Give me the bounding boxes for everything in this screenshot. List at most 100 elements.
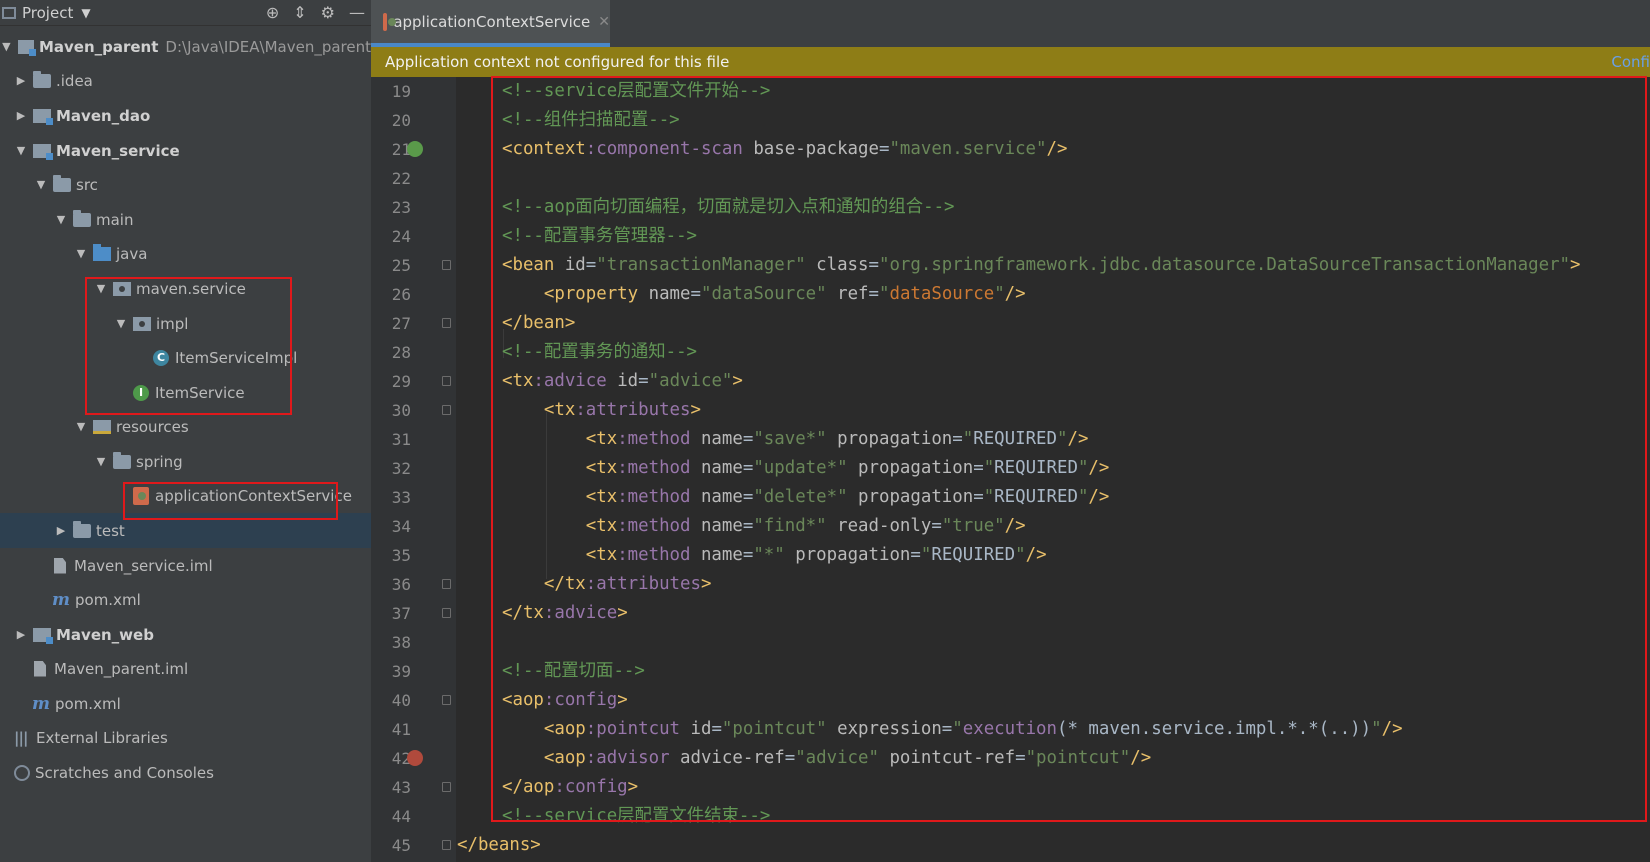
folder-icon <box>73 209 91 227</box>
collapse-all-icon[interactable]: ⇕ <box>293 3 306 22</box>
code-line: 21 <context:component-scan base-package=… <box>391 139 1068 159</box>
chevron-right-icon[interactable]: ▶ <box>54 524 68 537</box>
fold-marker-icon[interactable] <box>442 405 451 415</box>
code-line: 19 <!--service层配置文件开始--> <box>391 81 771 101</box>
chevron-down-icon[interactable]: ▼ <box>74 247 88 260</box>
chevron-down-icon[interactable]: ▼ <box>54 213 68 226</box>
code-line: 28 <!--配置事务的通知--> <box>391 342 698 362</box>
fold-marker-icon[interactable] <box>442 695 451 705</box>
code-line: 20 <!--组件扫描配置--> <box>391 110 680 130</box>
code-line: 45 </beans> <box>391 835 541 855</box>
library-icon: ||| <box>14 728 28 747</box>
code-line: 23 <!--aop面向切面编程，切面就是切入点和通知的组合--> <box>391 197 955 217</box>
chevron-down-icon[interactable]: ▼ <box>34 178 48 191</box>
code-line: 38 <box>391 633 411 652</box>
tree-item-service-pom[interactable]: m pom.xml <box>0 582 419 617</box>
code-editor[interactable]: 19 <!--service层配置文件开始--> 20 <!--组件扫描配置--… <box>371 76 1650 862</box>
class-icon: C <box>153 349 169 366</box>
project-view-icon <box>2 6 16 19</box>
fold-marker-icon[interactable] <box>442 782 451 792</box>
chevron-down-icon[interactable]: ▼ <box>14 144 28 157</box>
code-line: 39 <!--配置切面--> <box>391 661 645 681</box>
tree-item-main[interactable]: ▼ main <box>0 202 425 237</box>
code-line: 42 <aop:advisor advice-ref="advice" poin… <box>391 748 1152 768</box>
tab-applicationcontextservice[interactable]: applicationContextService ✕ <box>371 0 610 47</box>
scratches-icon <box>14 764 30 781</box>
tree-item-maven-parent[interactable]: ▼ Maven_parent D:\Java\IDEA\Maven_parent <box>0 29 371 64</box>
tree-item-scratches[interactable]: Scratches and Consoles <box>0 755 383 790</box>
code-line: 26 <property name="dataSource" ref="data… <box>391 284 1026 304</box>
chevron-down-icon[interactable]: ▼ <box>114 317 128 330</box>
tree-item-idea[interactable]: ▶ .idea <box>0 63 385 98</box>
interface-icon: I <box>133 384 149 401</box>
fold-marker-icon[interactable] <box>442 318 451 328</box>
spring-xml-icon <box>133 486 149 505</box>
code-line: 25 <bean id="transactionManager" class="… <box>391 255 1581 275</box>
tree-item-src[interactable]: ▼ src <box>0 167 405 202</box>
code-line: 35 <tx:method name="*" propagation="REQU… <box>391 545 1047 565</box>
code-line: 32 <tx:method name="update*" propagation… <box>391 458 1110 478</box>
close-icon[interactable]: ✕ <box>598 14 610 30</box>
fold-marker-icon[interactable] <box>442 260 451 270</box>
chevron-right-icon[interactable]: ▶ <box>14 74 28 87</box>
editor-tabs: applicationContextService ✕ <box>371 0 1650 47</box>
tree-item-maven-parent-iml[interactable]: Maven_parent.iml <box>0 651 399 686</box>
iml-file-icon <box>54 557 66 574</box>
chevron-down-icon[interactable]: ▼ <box>94 455 108 468</box>
folder-icon <box>113 451 131 469</box>
fold-marker-icon[interactable] <box>442 840 451 850</box>
configure-link[interactable]: Confi <box>1611 53 1650 71</box>
locate-icon[interactable]: ⊕ <box>266 3 279 22</box>
code-line: 30 <tx:attributes> <box>391 400 701 420</box>
package-icon <box>113 281 131 296</box>
code-line: 31 <tx:method name="save*" propagation="… <box>391 429 1089 449</box>
tree-item-parent-pom[interactable]: m pom.xml <box>0 686 399 721</box>
source-folder-icon <box>93 243 111 261</box>
chevron-right-icon[interactable]: ▶ <box>14 628 28 641</box>
code-line: 41 <aop:pointcut id="pointcut" expressio… <box>391 719 1403 739</box>
hide-icon[interactable]: — <box>349 3 365 22</box>
fold-marker-icon[interactable] <box>442 579 451 589</box>
maven-pom-icon: m <box>52 589 70 610</box>
chevron-down-icon[interactable]: ▼ <box>81 6 90 20</box>
spring-xml-icon <box>383 12 398 31</box>
project-panel-title[interactable]: Project <box>22 4 73 22</box>
fold-marker-icon[interactable] <box>442 608 451 618</box>
chevron-down-icon[interactable]: ▼ <box>94 282 108 295</box>
module-folder-icon <box>33 143 53 160</box>
project-panel: Project ▼ ⊕ ⇕ ⚙ — ▼ Maven_parent D:\Java\I… <box>0 0 371 862</box>
code-line: 44 <!--service层配置文件结束--> <box>391 806 771 826</box>
code-line: 24 <!--配置事务管理器--> <box>391 226 698 246</box>
code-line: 37 </tx:advice> <box>391 603 628 623</box>
chevron-right-icon[interactable]: ▶ <box>14 109 28 122</box>
tree-item-maven-service-iml[interactable]: Maven_service.iml <box>0 548 419 583</box>
fold-marker-icon[interactable] <box>442 376 451 386</box>
code-line: 27 </bean> <box>391 313 576 333</box>
banner-message: Application context not configured for t… <box>385 53 730 71</box>
folder-icon <box>33 70 51 88</box>
tab-label: applicationContextService <box>393 12 591 31</box>
module-folder-icon <box>33 627 53 644</box>
tree-item-maven-web[interactable]: ▶ Maven_web <box>0 617 385 652</box>
tree-item-maven-service[interactable]: ▼ Maven_service <box>0 133 385 168</box>
package-icon <box>133 316 151 331</box>
module-folder-icon <box>17 39 37 56</box>
gear-icon[interactable]: ⚙ <box>321 3 335 22</box>
aop-advice-gutter-icon[interactable] <box>407 750 423 766</box>
code-line: 29 <tx:advice id="advice"> <box>391 371 743 391</box>
project-panel-header: Project ▼ ⊕ ⇕ ⚙ — <box>0 0 371 26</box>
code-line: 43 </aop:config> <box>391 777 639 797</box>
maven-pom-icon: m <box>32 693 50 714</box>
module-folder-icon <box>33 108 53 125</box>
folder-icon <box>73 520 91 538</box>
chevron-down-icon[interactable]: ▼ <box>74 420 88 433</box>
code-line: 22 <box>391 169 411 188</box>
code-line: 40 <aop:config> <box>391 690 628 710</box>
tree-item-maven-dao[interactable]: ▶ Maven_dao <box>0 98 385 133</box>
tree-item-external-libraries[interactable]: ||| External Libraries <box>0 720 383 755</box>
chevron-down-icon[interactable]: ▼ <box>0 40 13 53</box>
tree-item-test[interactable]: ▶ test <box>0 513 371 548</box>
spring-bean-gutter-icon[interactable] <box>407 141 423 157</box>
notification-banner: Application context not configured for t… <box>371 47 1650 77</box>
resources-folder-icon <box>93 419 111 434</box>
